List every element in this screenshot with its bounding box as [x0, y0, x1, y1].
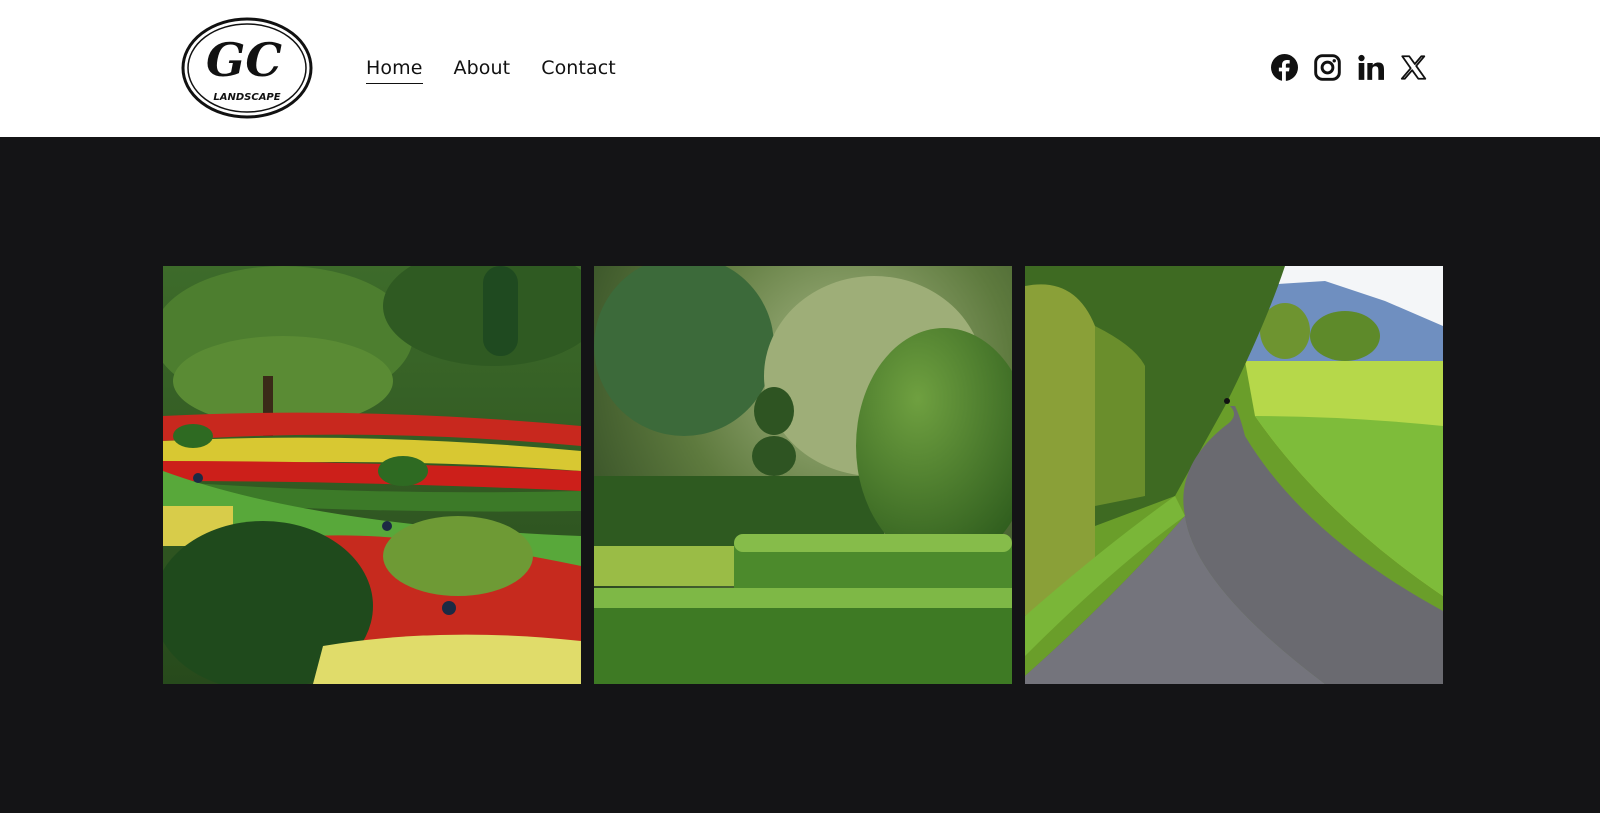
nav-link-about[interactable]: About: [454, 54, 511, 84]
topiary-hedge-photo[interactable]: [594, 266, 1012, 684]
social-links: [1271, 54, 1427, 81]
instagram-icon[interactable]: [1314, 54, 1341, 81]
svg-text:LANDSCAPE: LANDSCAPE: [213, 92, 280, 103]
gc-landscape-logo[interactable]: GC LANDSCAPE: [180, 16, 314, 120]
image-gallery: [163, 266, 1443, 684]
garden-path-photo[interactable]: [1025, 266, 1443, 684]
nav-link-home[interactable]: Home: [366, 54, 423, 84]
facebook-icon[interactable]: [1271, 54, 1298, 81]
linkedin-icon[interactable]: [1357, 54, 1384, 81]
site-header: GC LANDSCAPE Home About Contact: [0, 0, 1600, 137]
svg-text:GC: GC: [206, 33, 282, 87]
nav-link-contact[interactable]: Contact: [541, 54, 616, 84]
main-nav: Home About Contact: [366, 54, 616, 84]
x-icon[interactable]: [1400, 54, 1427, 81]
flower-garden-photo[interactable]: [163, 266, 581, 684]
